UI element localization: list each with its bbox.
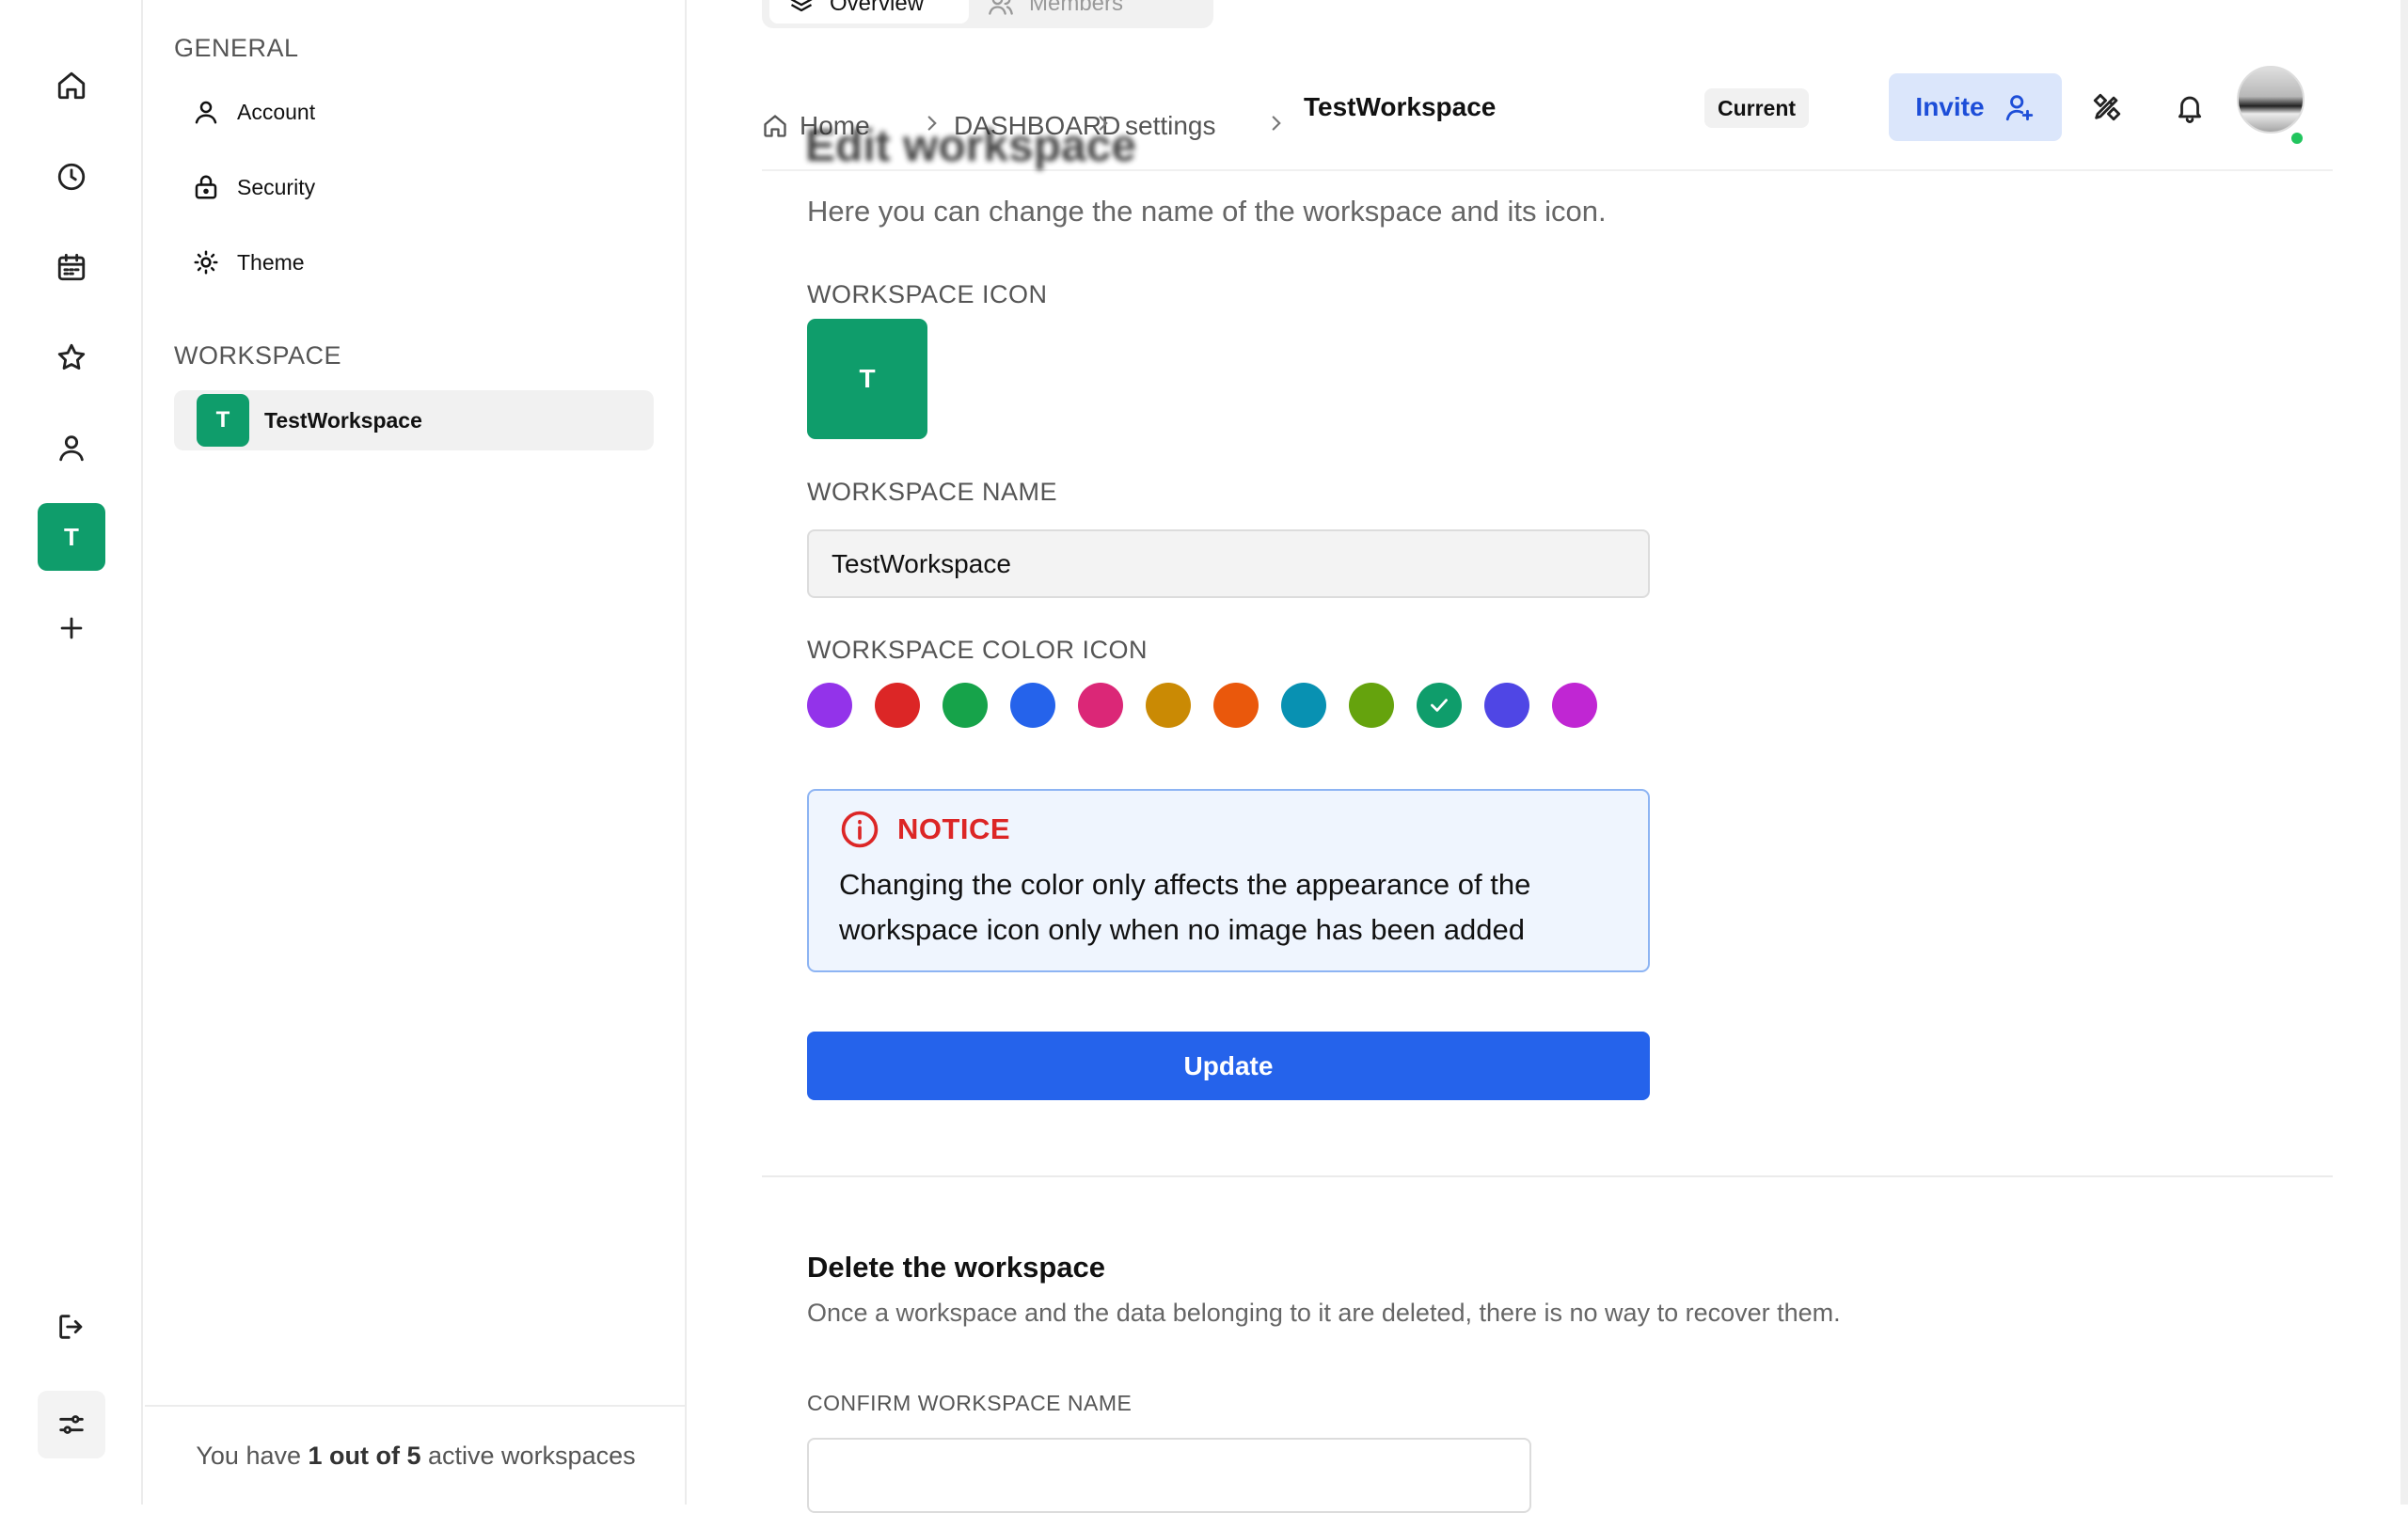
- tab-members[interactable]: Members: [969, 0, 1142, 24]
- invite-button[interactable]: Invite: [1889, 73, 2062, 141]
- footer-prefix: You have: [196, 1441, 309, 1470]
- notice-text-line: workspace icon only when no image has be…: [839, 913, 1525, 946]
- sidebar-item-security[interactable]: Security: [192, 163, 315, 212]
- bell-icon[interactable]: [2167, 85, 2212, 130]
- color-swatch[interactable]: [1281, 683, 1326, 728]
- workspace-avatar: T: [197, 394, 249, 447]
- sidebar-item-theme[interactable]: Theme: [192, 238, 305, 287]
- edit-subtitle: Here you can change the name of the work…: [807, 195, 1607, 228]
- chevron-right-icon: [1272, 116, 1281, 131]
- info-icon: [841, 811, 879, 848]
- sidebar-item-label: Theme: [237, 249, 305, 275]
- confirm-name-label: CONFIRM WORKSPACE NAME: [807, 1391, 1133, 1415]
- star-icon[interactable]: [38, 323, 105, 391]
- notice-text-line: Changing the color only affects the appe…: [839, 868, 1531, 901]
- settings-sliders-icon[interactable]: [38, 1391, 105, 1458]
- delete-section-subtitle: Once a workspace and the data belonging …: [807, 1299, 1841, 1327]
- scrollbar-track[interactable]: [2400, 0, 2408, 1505]
- settings-sidebar: GENERAL Account Security Theme WORKSPACE…: [145, 0, 687, 1505]
- tab-bar: Overview Members: [762, 0, 1213, 28]
- color-swatch[interactable]: [875, 683, 920, 728]
- color-swatch[interactable]: [1146, 683, 1191, 728]
- color-swatch[interactable]: [1213, 683, 1259, 728]
- user-avatar[interactable]: [2237, 66, 2305, 134]
- sidebar-item-account[interactable]: Account: [192, 87, 315, 136]
- user-icon: [195, 101, 217, 124]
- color-swatch[interactable]: [807, 683, 852, 728]
- notice-callout: NOTICE Changing the color only affects t…: [807, 789, 1650, 972]
- tab-label: Members: [1029, 0, 1124, 16]
- workspace-switcher-button[interactable]: T: [38, 503, 105, 571]
- users-icon: [989, 0, 1013, 15]
- workspace-heading: WORKSPACE: [174, 341, 342, 370]
- layers-icon: [790, 0, 813, 12]
- footer-count: 1 out of 5: [308, 1441, 421, 1470]
- confirm-name-input[interactable]: [807, 1438, 1531, 1513]
- online-status-indicator: [2289, 130, 2305, 147]
- color-swatch-group: [807, 683, 1597, 730]
- color-swatch[interactable]: [943, 683, 988, 728]
- color-swatch[interactable]: [1484, 683, 1529, 728]
- user-icon[interactable]: [38, 414, 105, 481]
- workspace-icon-label: WORKSPACE ICON: [807, 280, 1048, 308]
- current-badge: Current: [1704, 88, 1810, 128]
- logout-icon[interactable]: [38, 1293, 105, 1361]
- workspace-icon-upload[interactable]: T: [807, 319, 927, 439]
- design-tools-icon[interactable]: [2084, 85, 2130, 130]
- notice-title: NOTICE: [897, 812, 1011, 845]
- clock-icon[interactable]: [38, 143, 105, 211]
- tab-label: Overview: [830, 0, 925, 16]
- tab-overview[interactable]: Overview: [769, 0, 969, 24]
- color-swatch[interactable]: [1417, 683, 1462, 728]
- plus-icon[interactable]: [38, 594, 105, 662]
- home-icon: [764, 115, 786, 137]
- user-plus-icon: [2005, 95, 2033, 121]
- sun-icon: [194, 250, 218, 275]
- workspace-color-label: WORKSPACE COLOR ICON: [807, 636, 1149, 664]
- workspace-count-footer: You have 1 out of 5 active workspaces: [145, 1405, 687, 1505]
- sidebar-item-label: Account: [237, 99, 316, 124]
- lock-icon: [195, 175, 217, 199]
- calendar-icon[interactable]: [38, 233, 105, 301]
- delete-section-title: Delete the workspace: [807, 1251, 1106, 1284]
- general-heading: GENERAL: [174, 34, 299, 62]
- check-icon: [1431, 699, 1448, 712]
- sidebar-item-workspace[interactable]: T TestWorkspace: [174, 390, 654, 450]
- home-icon[interactable]: [38, 52, 105, 119]
- workspace-name-label: WORKSPACE NAME: [807, 478, 1058, 506]
- color-swatch[interactable]: [1349, 683, 1394, 728]
- workspace-name: TestWorkspace: [264, 407, 422, 433]
- workspace-name-input[interactable]: TestWorkspace: [807, 529, 1650, 598]
- section-divider: [762, 1175, 2333, 1177]
- breadcrumb-label: TestWorkspace: [1304, 92, 1497, 121]
- color-swatch[interactable]: [1010, 683, 1055, 728]
- update-button[interactable]: Update: [807, 1032, 1650, 1100]
- sidebar-item-label: Security: [237, 174, 316, 199]
- page-title: Edit workspace: [805, 121, 1137, 171]
- breadcrumb-settings[interactable]: settings: [1125, 107, 1216, 145]
- breadcrumb-label: settings: [1125, 111, 1216, 140]
- invite-label: Invite: [1915, 92, 1985, 121]
- color-swatch[interactable]: [1552, 683, 1597, 728]
- icon-rail: T: [0, 0, 143, 1505]
- breadcrumb-current: TestWorkspace: [1304, 88, 1496, 126]
- color-swatch[interactable]: [1078, 683, 1123, 728]
- footer-suffix: active workspaces: [420, 1441, 636, 1470]
